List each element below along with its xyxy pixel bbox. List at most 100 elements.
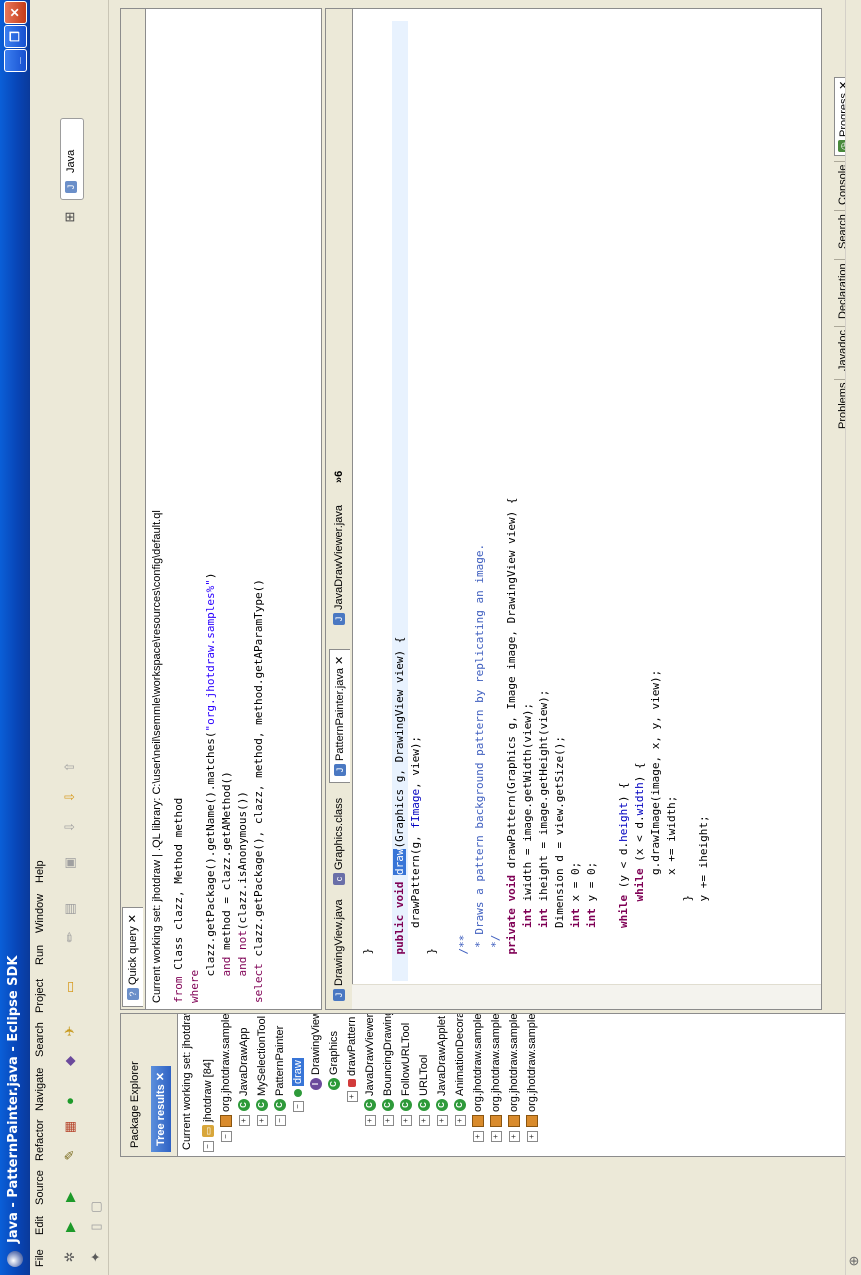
edit-icon[interactable]: ✏ [62, 929, 78, 945]
menu-navigate[interactable]: Navigate [34, 1068, 46, 1111]
code-line: Dimension d = view.getSize(); [553, 735, 566, 981]
code-line: public void draw(Graphics g, DrawingView… [392, 21, 408, 981]
menu-source[interactable]: Source [34, 1170, 46, 1205]
menu-refactor[interactable]: Refactor [34, 1119, 46, 1161]
tree-item[interactable]: C Graphics [325, 1031, 343, 1090]
expand-toggle-icon[interactable]: + [454, 1115, 466, 1126]
class-icon: C [382, 1099, 395, 1111]
tree-item[interactable]: + C JavaDrawApplet [433, 1016, 451, 1126]
search-icon[interactable]: ✈ [62, 1023, 78, 1039]
next-annotation-icon[interactable]: ⇩ [62, 819, 78, 835]
menu-window[interactable]: Window [34, 894, 46, 933]
tree-item[interactable]: + org.jhotdraw.samples.minimap [469, 1013, 487, 1142]
tree-item[interactable]: − ▭ jhotdraw [84] [199, 1059, 217, 1152]
tab-quick-query[interactable]: ?Quick query ✕ [122, 907, 143, 1007]
menu-help[interactable]: Help [34, 860, 46, 883]
new-class-icon[interactable]: ● [62, 1093, 78, 1109]
fast-view-icon[interactable]: ⊕ [846, 1253, 861, 1269]
menu-run[interactable]: Run [34, 945, 46, 965]
class-icon: C [364, 1099, 377, 1111]
title-bar[interactable]: Java - PatternPainter.java - Eclipse SDK… [0, 0, 30, 1275]
code-line: } [681, 894, 694, 981]
tree-item[interactable]: + C MySelectionTool [253, 1016, 271, 1126]
expand-toggle-icon[interactable]: + [364, 1115, 376, 1126]
code-line: while (y < d.height) { [617, 782, 630, 929]
maximize-button[interactable]: ❐ [4, 25, 27, 48]
close-button[interactable]: ✕ [4, 1, 27, 24]
tree-item[interactable]: − C PatternPainter [271, 1026, 289, 1126]
tree-item[interactable]: + C JavaDrawViewer [361, 1014, 379, 1126]
quick-query-pane: ?Quick query ✕ Current working set: jhot… [120, 8, 322, 1010]
menu-edit[interactable]: Edit [34, 1216, 46, 1235]
tree-item[interactable]: I DrawingView [307, 1013, 325, 1090]
menu-project[interactable]: Project [34, 979, 46, 1013]
expand-toggle-icon[interactable]: + [418, 1115, 430, 1126]
expand-toggle-icon[interactable]: − [292, 1101, 304, 1112]
project-icon: ▭ [202, 1125, 215, 1137]
tab-patternpainter-java[interactable]: JPatternPainter.java ✕ [329, 648, 350, 783]
open-type-icon[interactable]: ◆ [62, 1053, 78, 1069]
back-icon[interactable]: ⇧ [62, 759, 78, 775]
tab-javadrawviewer-java[interactable]: JJavaDrawViewer.java [329, 499, 349, 631]
minimize-button[interactable]: _ [4, 49, 27, 72]
external-tools-icon[interactable]: ▶ [62, 1189, 78, 1205]
expand-toggle-icon[interactable]: + [256, 1115, 268, 1126]
expand-toggle-icon[interactable]: + [508, 1131, 520, 1142]
tree-item[interactable]: + C URLTool [415, 1055, 433, 1126]
tree-item[interactable]: + org.jhotdraw.samples.nothing [505, 1013, 523, 1142]
new-java-project-icon[interactable]: ✎ [62, 1147, 78, 1163]
perspective-java[interactable]: J Java [60, 118, 84, 200]
expand-toggle-icon[interactable]: + [490, 1131, 502, 1142]
debug-icon[interactable]: ✲ [62, 1249, 78, 1265]
expand-toggle-icon[interactable]: − [220, 1131, 232, 1142]
working-set-label: Current working set: jhotdraw [181, 1013, 193, 1150]
tree-results-tab-row: Tree results ✕ [147, 1014, 178, 1156]
tree-item[interactable]: + org.jhotdraw.samples.net [487, 1013, 505, 1142]
expand-toggle-icon[interactable]: − [202, 1141, 214, 1152]
left-tab-row: Package Explorer [121, 1014, 148, 1156]
tab-drawingview-java[interactable]: JDrawingView.java [329, 893, 349, 1007]
query-header: Current working set: jhotdraw | .QL libr… [151, 510, 163, 1003]
tree-item[interactable]: + C BouncingDrawing [379, 1013, 397, 1126]
print-icon[interactable]: ▢ [88, 1199, 104, 1215]
expand-toggle-icon[interactable]: + [382, 1115, 394, 1126]
prev-annotation-icon[interactable]: ⇩ [62, 789, 78, 805]
code-line: from Class clazz, Method method [172, 797, 185, 1003]
code-line: */ [489, 934, 502, 981]
tree-item-label: JavaDrawApplet [436, 1015, 448, 1096]
code-line: /** [457, 934, 470, 981]
tab-tree-results[interactable]: Tree results ✕ [151, 1065, 171, 1152]
code-line: select clazz.getPackage(), clazz, method… [252, 579, 265, 1003]
expand-toggle-icon[interactable]: + [436, 1115, 448, 1126]
open-perspective-icon[interactable]: ⊞ [62, 209, 78, 225]
copy-icon[interactable]: ▤ [62, 901, 78, 917]
run-icon[interactable]: ▶ [62, 1219, 78, 1235]
tree-item[interactable]: + org.jhotdraw.samples.pert [523, 1013, 541, 1142]
new-package-icon[interactable]: ▦ [62, 1119, 78, 1135]
tree-item[interactable]: + C AnimationDecorator [451, 1013, 469, 1126]
code-line: drawPattern(g, fImage, view); [409, 735, 422, 981]
tab-package-explorer[interactable]: Package Explorer [125, 1055, 145, 1154]
toggle-mark-icon[interactable]: ▣ [62, 855, 78, 871]
tree-item[interactable]: + C JavaDrawApp [235, 1028, 253, 1126]
tree-item[interactable]: − draw [289, 1058, 307, 1112]
package-icon [490, 1115, 503, 1127]
tree-item[interactable]: + drawPattern [343, 1017, 361, 1102]
expand-toggle-icon[interactable]: + [238, 1115, 250, 1126]
expand-toggle-icon[interactable]: + [526, 1131, 538, 1142]
new-wizard-icon[interactable]: ✦ [88, 1249, 104, 1265]
menu-file[interactable]: File [34, 1249, 46, 1267]
expand-toggle-icon[interactable]: + [346, 1091, 358, 1102]
tree-item-label: PatternPainter [274, 1025, 286, 1096]
tree-item[interactable]: − org.jhotdraw.samples.javadraw [217, 1013, 235, 1142]
tree-item-label: drawPattern [346, 1016, 358, 1076]
expand-toggle-icon[interactable]: + [400, 1115, 412, 1126]
tree-item[interactable]: + C FollowURLTool [397, 1023, 415, 1126]
save-icon[interactable]: ▯ [88, 1219, 104, 1235]
menu-search[interactable]: Search [34, 1022, 46, 1057]
open-folder-icon[interactable]: ▭ [62, 979, 78, 995]
expand-toggle-icon[interactable]: + [472, 1131, 484, 1142]
tab-graphics-class[interactable]: cGraphics.class [329, 792, 349, 891]
more-tabs-button[interactable]: »6 [329, 465, 349, 489]
expand-toggle-icon[interactable]: − [274, 1115, 286, 1126]
